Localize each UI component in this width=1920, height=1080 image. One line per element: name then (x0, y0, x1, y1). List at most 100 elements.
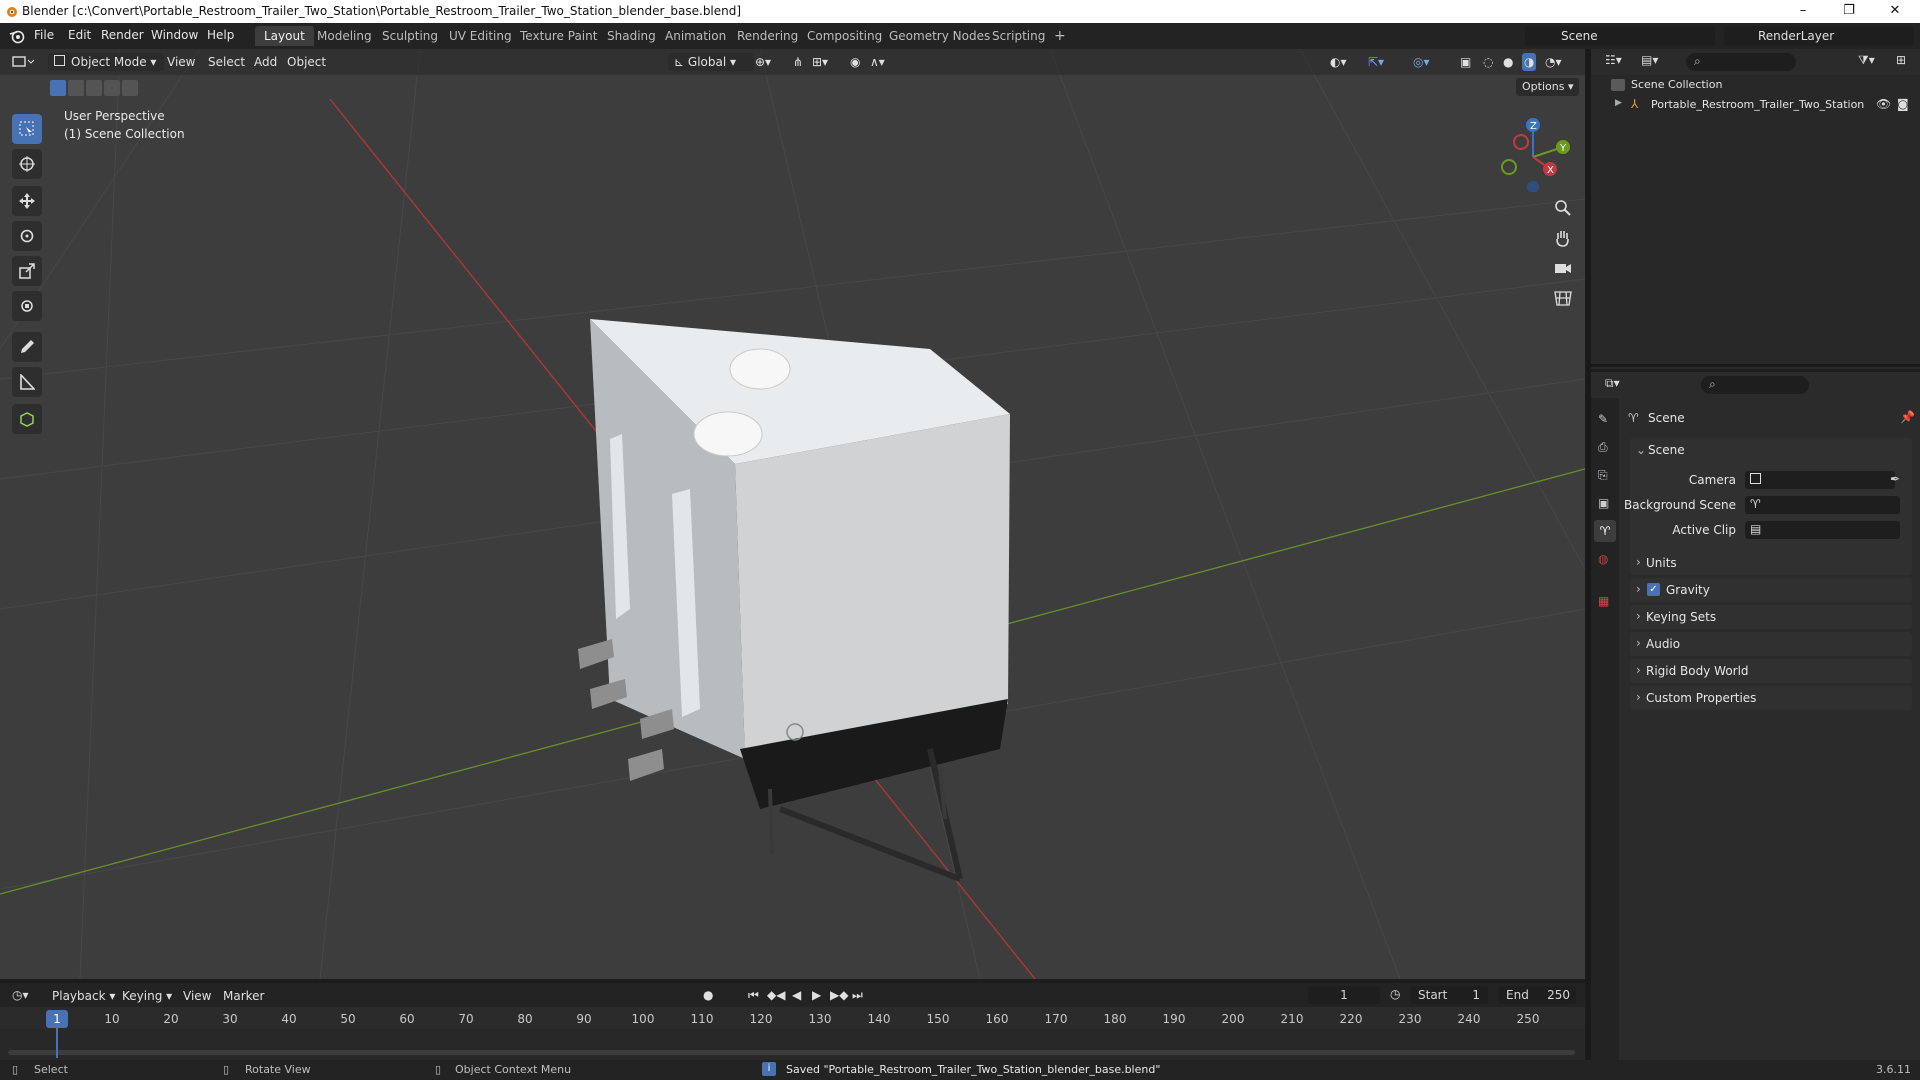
select-subtract-icon[interactable] (86, 80, 102, 96)
outliner-search-input[interactable]: ⌕ (1686, 53, 1796, 71)
rendered-shading-icon[interactable]: ◔▾ (1545, 53, 1562, 71)
gravity-section[interactable]: › ✓ Gravity (1630, 578, 1912, 602)
clock-icon[interactable]: ◷ (1390, 987, 1400, 1001)
units-section[interactable]: › Units (1630, 551, 1912, 575)
scene-selector[interactable]: Scene (1525, 26, 1715, 46)
add-cube-tool[interactable] (12, 404, 42, 434)
xray-toggle-icon[interactable]: ▣ (1460, 53, 1471, 71)
select-extend-icon[interactable] (68, 80, 84, 96)
menu-help[interactable]: Help (207, 28, 234, 42)
menu-view[interactable]: View (167, 53, 195, 71)
new-collection-icon[interactable]: ⊞ (1896, 53, 1906, 67)
close-button[interactable]: ✕ (1872, 0, 1918, 23)
maximize-button[interactable]: ❐ (1826, 0, 1872, 23)
tab-uv-editing[interactable]: UV Editing (440, 26, 521, 46)
snap-target-icon[interactable]: ⊞▾ (812, 53, 828, 71)
outliner-object-row[interactable]: Portable_Restroom_Trailer_Two_Station (1651, 98, 1864, 111)
properties-editor-icon[interactable]: ⧉▾ (1605, 376, 1620, 391)
editor-type-icon[interactable] (12, 54, 36, 70)
texture-tab-icon[interactable]: ▦ (1598, 594, 1609, 608)
properties-search-input[interactable]: ⌕ (1701, 376, 1809, 394)
panel-collapse-icon[interactable]: ⌄ (1636, 443, 1646, 457)
timeline-editor-icon[interactable]: ◷▾ (12, 988, 29, 1002)
tab-texture-paint[interactable]: Texture Paint (511, 26, 606, 46)
snap-icon[interactable]: ⋔ (793, 53, 803, 71)
render-camera-icon[interactable]: ◙ (1897, 97, 1909, 111)
selection-mode-buttons[interactable] (50, 80, 142, 96)
play-reverse-icon[interactable]: ◀ (792, 988, 801, 1002)
select-new-icon[interactable] (50, 80, 66, 96)
tab-sculpting[interactable]: Sculpting (373, 26, 447, 46)
rotate-tool[interactable] (12, 221, 42, 251)
navigation-gizmo[interactable]: Z Y X (1495, 112, 1575, 192)
view-layer-tab-icon[interactable]: ▣ (1598, 496, 1609, 510)
menu-render[interactable]: Render (101, 28, 144, 42)
tab-compositing[interactable]: Compositing (798, 26, 891, 46)
eye-icon[interactable]: 👁 (1876, 97, 1891, 111)
transform-orientation-selector[interactable]: ⊾ Global ▾ (668, 53, 754, 71)
minimize-button[interactable]: – (1780, 0, 1826, 23)
cursor-tool[interactable] (12, 149, 42, 179)
eyedropper-icon[interactable]: ✒ (1890, 472, 1900, 486)
tab-rendering[interactable]: Rendering (728, 26, 807, 46)
camera-view-button[interactable] (1552, 257, 1574, 279)
ortho-toggle-button[interactable] (1552, 287, 1574, 309)
pivot-point-icon[interactable]: ⊕▾ (755, 53, 771, 71)
menu-keying[interactable]: Keying ▾ (122, 989, 172, 1003)
blender-menu-icon[interactable] (9, 28, 25, 44)
menu-playback[interactable]: Playback ▾ (52, 989, 115, 1003)
mode-selector[interactable]: Object Mode ▾ (48, 53, 164, 71)
display-mode-icon[interactable]: ▤▾ (1641, 53, 1658, 67)
tool-tab-icon[interactable]: ✎ (1598, 412, 1608, 426)
audio-section[interactable]: › Audio (1630, 632, 1912, 656)
move-tool[interactable] (12, 186, 42, 216)
outliner-root[interactable]: Scene Collection (1631, 78, 1722, 91)
active-clip-field[interactable]: ▤ (1745, 521, 1900, 539)
rigid-body-world-section[interactable]: › Rigid Body World (1630, 659, 1912, 683)
auto-keying-icon[interactable]: ● (703, 988, 713, 1002)
annotate-tool[interactable] (12, 332, 42, 362)
select-intersect-icon[interactable] (122, 80, 138, 96)
filter-icon[interactable]: ⧩▾ (1858, 53, 1875, 68)
start-frame-field[interactable]: Start 1 (1410, 986, 1488, 1004)
background-scene-field[interactable]: ♈ (1745, 496, 1900, 514)
pan-view-button[interactable] (1552, 227, 1574, 249)
zoom-view-button[interactable] (1552, 197, 1574, 219)
tab-shading[interactable]: Shading (598, 26, 665, 46)
select-box-tool[interactable] (12, 114, 42, 144)
jump-start-icon[interactable]: ⏮ (748, 988, 759, 1003)
camera-field[interactable] (1745, 471, 1895, 489)
view-layer-selector[interactable]: RenderLayer (1724, 26, 1914, 46)
play-icon[interactable]: ▶ (812, 988, 821, 1002)
pin-icon[interactable]: 📌 (1900, 410, 1915, 424)
scale-tool[interactable] (12, 256, 42, 286)
proportional-edit-icon[interactable]: ◉ (850, 53, 860, 71)
keyframe-area[interactable] (0, 1029, 1585, 1060)
next-keyframe-icon[interactable]: ▶◆ (830, 988, 848, 1002)
gravity-checkbox[interactable]: ✓ (1647, 583, 1660, 596)
tab-animation[interactable]: Animation (656, 26, 735, 46)
restroom-trailer-model[interactable] (578, 319, 1010, 882)
output-tab-icon[interactable]: ⎘ (1598, 468, 1608, 483)
transform-tool[interactable] (12, 291, 42, 321)
3d-viewport[interactable]: User Perspective (1) Scene Collection Z … (0, 49, 1585, 979)
select-invert-icon[interactable] (104, 80, 120, 96)
outliner-editor-icon[interactable]: ☷▾ (1605, 53, 1622, 67)
end-frame-field[interactable]: End 250 (1498, 986, 1576, 1004)
menu-edit[interactable]: Edit (68, 28, 91, 42)
jump-end-icon[interactable]: ⏭ (852, 988, 863, 1003)
measure-tool[interactable] (12, 367, 42, 397)
timeline-scrollbar[interactable] (8, 1050, 1575, 1055)
keying-sets-section[interactable]: › Keying Sets (1630, 605, 1912, 629)
tab-scripting[interactable]: Scripting (983, 26, 1054, 46)
tab-geometry-nodes[interactable]: Geometry Nodes (880, 26, 999, 46)
menu-marker[interactable]: Marker (223, 989, 264, 1003)
menu-timeline-view[interactable]: View (183, 989, 211, 1003)
menu-add[interactable]: Add (254, 53, 277, 71)
add-workspace-button[interactable]: + (1045, 26, 1075, 46)
custom-properties-section[interactable]: › Custom Properties (1630, 686, 1912, 710)
tab-modeling[interactable]: Modeling (308, 26, 381, 46)
render-tab-icon[interactable]: ⎙ (1598, 440, 1608, 455)
gizmo-toggle-icon[interactable]: ⇱▾ (1368, 53, 1384, 71)
options-dropdown[interactable]: Options ▾ (1516, 78, 1580, 96)
